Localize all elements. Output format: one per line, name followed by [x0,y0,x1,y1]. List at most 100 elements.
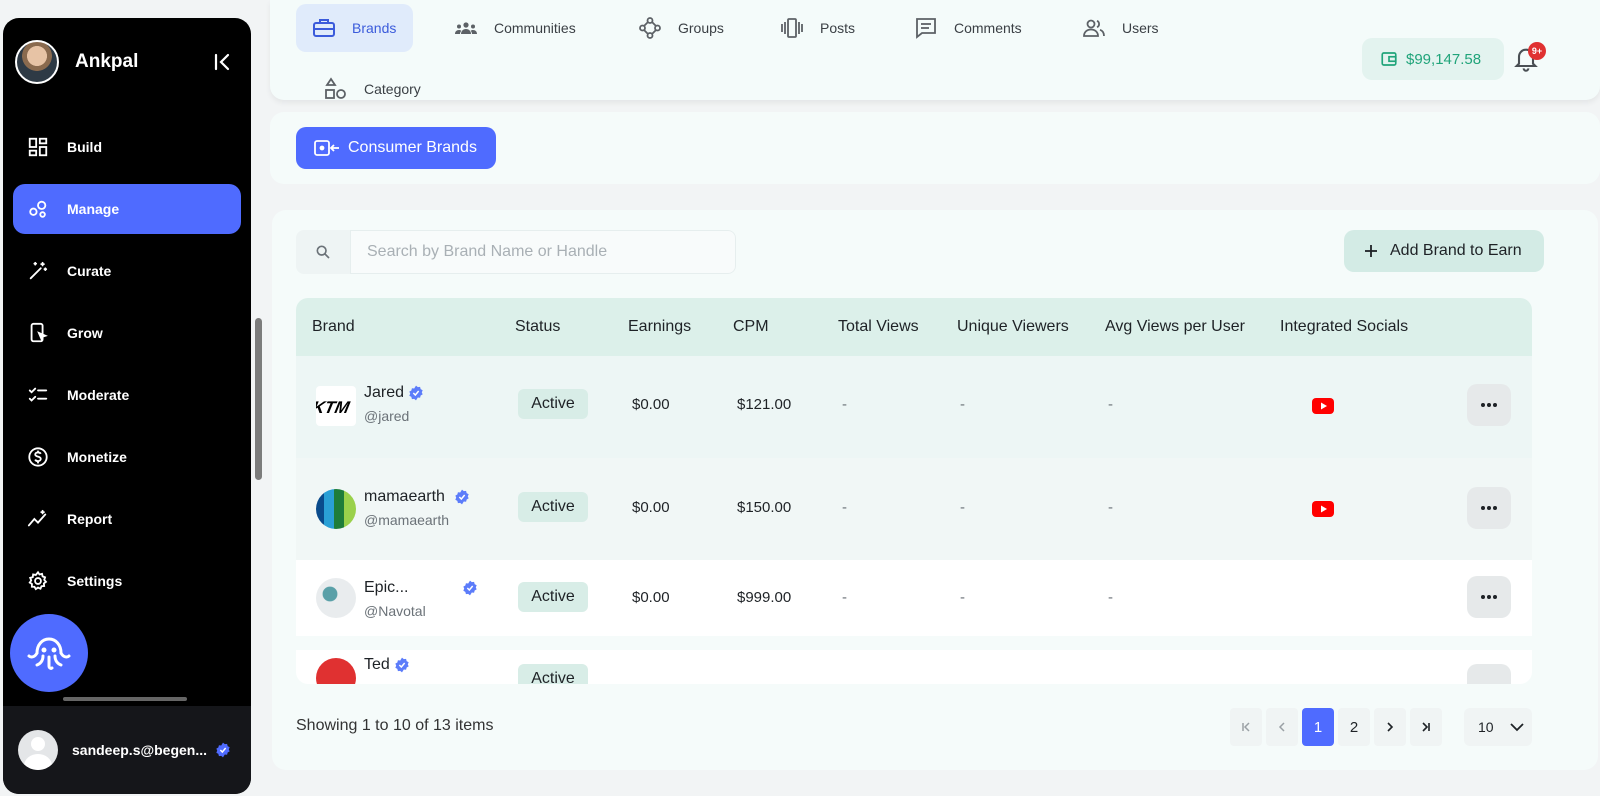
brand-name[interactable]: Epic... [364,579,408,597]
unique-viewers-cell: - [960,396,965,413]
row-actions-button[interactable] [1467,384,1511,426]
sidebar-item-label: Report [67,511,113,527]
tab-label: Comments [954,20,1022,36]
youtube-icon[interactable] [1312,398,1334,414]
sidebar-item-moderate[interactable]: Moderate [13,370,241,420]
add-brand-button[interactable]: Add Brand to Earn [1344,230,1544,272]
page-size-select[interactable]: 10 [1464,708,1532,746]
brand-name: Ankpal [75,51,139,72]
tab-label: Posts [820,20,856,36]
sidebar-item-settings[interactable]: Settings [13,556,241,606]
people-group-icon [455,22,477,34]
column-header-status[interactable]: Status [515,318,560,336]
column-header-brand[interactable]: Brand [312,318,355,336]
phone-cursor-icon [30,322,48,343]
column-header-integrated-socials[interactable]: Integrated Socials [1280,318,1408,336]
tab-label: Communities [494,20,576,36]
brand-handle: @mamaearth [364,512,450,528]
sidebar-nav: Build Manage Curate Grow Moderate Moneti… [13,122,241,618]
sidebar-item-curate[interactable]: Curate [13,246,241,296]
plus-icon [1365,245,1377,257]
more-icon [1481,506,1497,510]
chevron-down-icon [1509,723,1524,732]
column-header-earnings[interactable]: Earnings [628,318,691,336]
more-icon [1481,403,1497,407]
sidebar-scrollbar[interactable] [255,318,262,480]
tab-posts[interactable]: Posts [764,4,871,52]
brand-name[interactable]: Jared [364,384,404,402]
chevron-left-icon [1278,722,1285,732]
status-badge: Active [518,582,588,612]
tab-communities[interactable]: Communities [438,4,592,52]
brand-name[interactable]: Ted [364,656,390,674]
brand-name[interactable]: mamaearth [364,488,445,506]
trend-icon [27,509,47,527]
tab-brands[interactable]: Brands [296,4,413,52]
avg-views-cell: - [1108,499,1113,516]
brand-logo-ted [316,658,356,684]
sidebar-item-build[interactable]: Build [13,122,241,172]
row-actions-button[interactable] [1467,487,1511,529]
next-page-button[interactable] [1374,708,1406,746]
earnings-cell: $0.00 [632,499,670,516]
sidebar-item-label: Grow [67,325,103,341]
avg-views-cell: - [1108,396,1113,413]
tab-category[interactable]: Category [308,66,437,112]
page-button-1[interactable]: 1 [1302,708,1334,746]
tab-users[interactable]: Users [1066,4,1175,52]
sidebar-item-label: Curate [67,263,112,279]
wallet-balance[interactable]: $99,147.58 [1362,38,1504,80]
page-button-2[interactable]: 2 [1338,708,1370,746]
prev-page-button[interactable] [1266,708,1298,746]
cpm-cell: $121.00 [737,396,792,413]
verified-icon [409,385,423,401]
search-input[interactable] [350,230,736,274]
sidebar-item-manage[interactable]: Manage [13,184,241,234]
comment-icon [916,18,936,39]
last-page-button[interactable] [1410,708,1442,746]
last-page-icon [1422,722,1430,732]
briefcase-icon [313,19,335,37]
column-header-cpm[interactable]: CPM [733,318,769,336]
shapes-icon [325,77,346,99]
table-row[interactable]: Ted Active [296,650,1532,684]
unique-viewers-cell: - [960,589,965,606]
sidebar-item-label: Moderate [67,387,130,403]
row-separator [296,636,1532,650]
total-views-cell: - [842,396,847,413]
row-actions-button[interactable] [1467,664,1511,684]
sidebar-item-report[interactable]: Report [13,494,241,544]
consumer-brands-label: Consumer Brands [348,139,477,156]
tab-comments[interactable]: Comments [898,4,1038,52]
gear-icon [28,570,48,591]
tab-groups[interactable]: Groups [622,4,740,52]
consumer-brands-button[interactable]: Consumer Brands [296,127,496,169]
posts-icon [781,18,803,38]
earnings-cell: $0.00 [632,396,670,413]
column-header-avg-views[interactable]: Avg Views per User [1105,318,1245,336]
youtube-icon[interactable] [1312,501,1334,517]
pagination: 1 2 [1230,708,1446,746]
page-size-value: 10 [1478,719,1494,735]
table-row[interactable]: mamaearth @mamaearth Active $0.00 $150.0… [296,458,1532,560]
row-actions-button[interactable] [1467,576,1511,618]
octopus-assistant-button[interactable] [10,614,88,692]
column-header-unique-viewers[interactable]: Unique Viewers [957,318,1069,336]
first-page-button[interactable] [1230,708,1262,746]
verified-icon [455,489,469,505]
table-row[interactable]: KTM Jared @jared Active $0.00 $121.00 - … [296,356,1532,458]
sidebar: Ankpal Build Manage Curate Grow Moderate… [3,18,251,794]
collapse-sidebar-icon[interactable] [211,50,235,74]
status-badge: Active [518,664,588,684]
brand-avatar [15,40,59,84]
table-row[interactable]: Epic... @Navotal Active $0.00 $999.00 - … [296,560,1532,636]
column-header-total-views[interactable]: Total Views [838,318,919,336]
earnings-cell: $0.00 [632,589,670,606]
sidebar-item-monetize[interactable]: Monetize [13,432,241,482]
status-badge: Active [518,389,588,419]
tab-bar: Brands Communities Groups Posts Comments… [270,0,1600,100]
user-profile[interactable]: sandeep.s@begen... [3,706,251,794]
tab-label: Category [364,81,421,97]
checklist-icon [28,387,48,402]
sidebar-item-grow[interactable]: Grow [13,308,241,358]
